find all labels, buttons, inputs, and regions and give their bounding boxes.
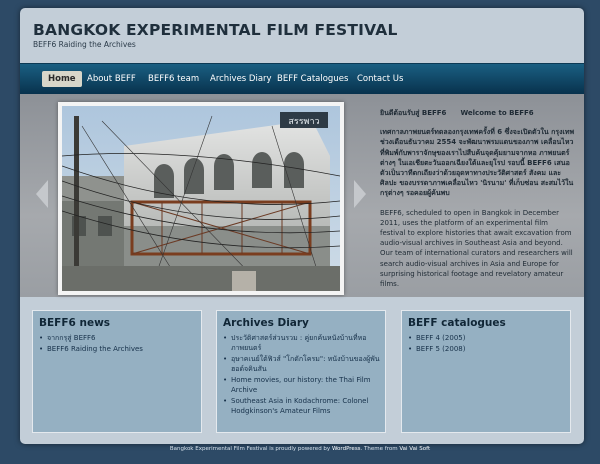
welcome-thai-paragraph: เทศกาลภาพยนตร์ทดลองกรุงเทพครั้งที่ 6 ซึ่…: [380, 128, 575, 198]
list-item[interactable]: ประวัติศาสตร์ส่วนรวม : คู่ยกค้นหนังบ้านท…: [223, 333, 381, 353]
widget-title: BEFF catalogues: [408, 317, 506, 329]
list-item[interactable]: อุษาคเนย์ใต้ฟิวส์ "โกดักโครม": หนังบ้านข…: [223, 354, 381, 374]
nav-item-archives-diary[interactable]: Archives Diary: [210, 72, 272, 87]
main-navigation: Home About BEFF BEFF6 team Archives Diar…: [20, 63, 584, 94]
news-list: จากกรุสู่ BEFF6 BEFF6 Raiding the Archiv…: [39, 333, 197, 355]
featured-slider: สรรพาว ยินดีต้อนรับสู่ BEFF6 Welcome to …: [20, 94, 584, 297]
widget-title: BEFF6 news: [39, 317, 111, 329]
site-footer: Bangkok Experimental Film Festival is pr…: [0, 446, 600, 452]
welcome-text: ยินดีต้อนรับสู่ BEFF6 Welcome to BEFF6 เท…: [380, 108, 575, 298]
nav-item-beff6-team[interactable]: BEFF6 team: [148, 72, 199, 87]
wordpress-link[interactable]: WordPress: [332, 446, 361, 452]
list-item[interactable]: จากกรุสู่ BEFF6: [39, 333, 197, 343]
site-description: BEFF6 Raiding the Archives: [33, 40, 136, 49]
building-photo: สรรพาว: [62, 106, 340, 291]
site-title[interactable]: BANGKOK EXPERIMENTAL FILM FESTIVAL: [33, 21, 398, 39]
diary-list: ประวัติศาสตร์ส่วนรวม : คู่ยกค้นหนังบ้านท…: [223, 333, 381, 417]
welcome-english-paragraph: BEFF6, scheduled to open in Bangkok in D…: [380, 208, 573, 289]
widget-beff-catalogues: BEFF catalogues BEFF 4 (2005) BEFF 5 (20…: [401, 310, 571, 433]
list-item[interactable]: Southeast Asia in Kodachrome: Colonel Ho…: [223, 396, 381, 416]
chevron-left-icon[interactable]: [36, 180, 48, 208]
theme-author-link[interactable]: Vai Vai Soft: [399, 446, 430, 452]
list-item[interactable]: BEFF6 Raiding the Archives: [39, 344, 197, 354]
catalogues-list: BEFF 4 (2005) BEFF 5 (2008): [408, 333, 566, 355]
footer-theme-text: . Theme from: [360, 446, 398, 452]
widget-title: Archives Diary: [223, 317, 309, 329]
nav-item-beff-catalogues[interactable]: BEFF Catalogues: [277, 72, 348, 87]
widget-beff6-news: BEFF6 news จากกรุสู่ BEFF6 BEFF6 Raiding…: [32, 310, 202, 433]
footer-text: Bangkok Experimental Film Festival is pr…: [169, 446, 331, 452]
nav-item-about-beff[interactable]: About BEFF: [87, 72, 136, 87]
chevron-right-icon[interactable]: [354, 180, 366, 208]
nav-item-contact-us[interactable]: Contact Us: [357, 72, 403, 87]
rooftop-sign-text: สรรพาว: [288, 117, 319, 127]
page-container: BANGKOK EXPERIMENTAL FILM FESTIVAL BEFF6…: [20, 8, 584, 444]
list-item[interactable]: BEFF 5 (2008): [408, 344, 566, 354]
list-item[interactable]: Home movies, our history: the Thai Film …: [223, 375, 381, 395]
featured-photo[interactable]: สรรพาว: [58, 102, 344, 295]
widget-archives-diary: Archives Diary ประวัติศาสตร์ส่วนรวม : คู…: [216, 310, 386, 433]
welcome-heading-english: Welcome to BEFF6: [460, 109, 534, 117]
list-item[interactable]: BEFF 4 (2005): [408, 333, 566, 343]
welcome-heading-thai: ยินดีต้อนรับสู่ BEFF6: [380, 109, 447, 117]
nav-item-home[interactable]: Home: [42, 71, 82, 87]
